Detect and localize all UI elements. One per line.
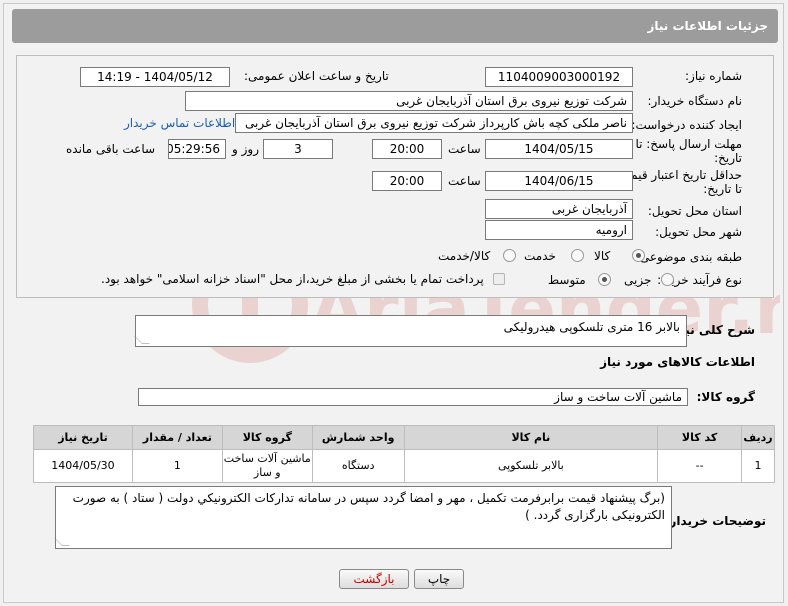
creator-field: ناصر ملکی کچه باش کارپرداز شرکت توزیع نی… — [235, 113, 633, 133]
cell-date: 1404/05/30 — [33, 449, 133, 483]
description-field: بالابر 16 متری تلسکوپی هیدرولیکی — [134, 315, 687, 347]
payment-note: پرداخت تمام یا بخشی از مبلغ خرید،از محل … — [101, 272, 484, 286]
goods-section-title: اطلاعات کالاهای مورد نیاز — [600, 355, 755, 369]
process-radio-medium[interactable] — [598, 273, 611, 286]
col-row: ردیف — [741, 425, 775, 450]
col-group: گروه کالا — [221, 425, 313, 450]
announce-label: تاریخ و ساعت اعلان عمومی: — [244, 69, 389, 83]
goods-group-field: ماشین آلات ساخت و ساز — [138, 388, 688, 406]
resize-grip-icon[interactable] — [54, 538, 70, 546]
resize-grip-icon[interactable] — [134, 336, 150, 344]
process-option-minor: جزیی — [624, 273, 652, 287]
process-radio-minor[interactable] — [661, 273, 674, 286]
city-label: شهر محل تحویل: — [655, 225, 742, 239]
price-time-field: 20:00 — [372, 171, 442, 191]
price-time-label: ساعت — [448, 174, 481, 188]
creator-label: ایجاد کننده درخواست: — [631, 118, 742, 132]
treasury-payment-checkbox[interactable] — [493, 273, 505, 285]
category-radio-goods[interactable] — [632, 249, 645, 262]
days-label: روز و — [232, 142, 259, 156]
table-row: 1 -- بالابر تلسکوپی دستگاه ماشین آلات سا… — [33, 449, 775, 483]
reply-time-field: 20:00 — [372, 139, 442, 159]
reply-date-field: 1404/05/15 — [485, 139, 633, 159]
print-button[interactable]: چاپ — [414, 569, 464, 589]
price-validity-label-2: تا تاریخ: — [703, 182, 742, 196]
buyer-org-field: شرکت توزیع نیروی برق استان آذربایجان غرب… — [185, 91, 633, 111]
need-number-field: 1104009003000192 — [485, 67, 633, 87]
category-option-service: خدمت — [524, 249, 556, 263]
price-date-field: 1404/06/15 — [485, 171, 633, 191]
category-radio-goods-service[interactable] — [503, 249, 516, 262]
cell-row: 1 — [741, 449, 775, 483]
category-radio-service[interactable] — [571, 249, 584, 262]
description-text: بالابر 16 متری تلسکوپی هیدرولیکی — [503, 320, 680, 334]
back-button[interactable]: بازگشت — [339, 569, 409, 589]
buyer-notes-text: (برگ پیشنهاد قیمت برابرفرمت تکمیل ، مهر … — [72, 491, 665, 522]
cell-code: -- — [657, 449, 743, 483]
col-date: تاریخ نیاز — [33, 425, 133, 450]
process-option-medium: متوسط — [548, 273, 586, 287]
reply-deadline-label-2: تاریخ: — [714, 151, 742, 165]
city-field: ارومیه — [485, 220, 633, 240]
buyer-notes-label: توضیحات خریدار: — [664, 514, 766, 528]
time-remaining-label: ساعت باقی مانده — [66, 142, 156, 156]
col-unit: واحد شمارش — [311, 425, 405, 450]
category-option-goods: کالا — [594, 249, 611, 263]
price-validity-label: حداقل تاریخ اعتبار قیمت: — [615, 168, 742, 182]
col-code: کد کالا — [657, 425, 743, 450]
col-qty: تعداد / مقدار — [131, 425, 223, 450]
cell-unit: دستگاه — [311, 449, 405, 483]
goods-table-header: ردیف کد کالا نام کالا واحد شمارش گروه کا… — [33, 425, 775, 450]
contact-info-link[interactable]: اطلاعات تماس خریدار — [124, 116, 235, 130]
province-field: آذربایجان غربی — [485, 199, 633, 219]
buyer-org-label: نام دستگاه خریدار: — [647, 94, 743, 108]
page-header: جزئیات اطلاعات نیاز — [12, 9, 778, 43]
reply-time-label: ساعت — [448, 142, 481, 156]
reply-deadline-label: مهلت ارسال پاسخ: تا — [635, 137, 742, 151]
province-label: استان محل تحویل: — [647, 204, 742, 218]
time-remaining-field: 05:29:56 — [168, 139, 226, 159]
goods-table: ردیف کد کالا نام کالا واحد شمارش گروه کا… — [33, 425, 775, 483]
buyer-notes-field: (برگ پیشنهاد قیمت برابرفرمت تکمیل ، مهر … — [54, 486, 672, 549]
page-title: جزئیات اطلاعات نیاز — [647, 19, 768, 33]
cell-name: بالابر تلسکوپی — [403, 449, 659, 483]
announce-field: 1404/05/12 - 14:19 — [80, 67, 230, 87]
goods-group-label: گروه کالا: — [696, 390, 755, 404]
days-remaining-field: 3 — [263, 139, 333, 159]
cell-qty: 1 — [131, 449, 223, 483]
col-name: نام کالا — [403, 425, 659, 450]
need-number-label: شماره نیاز: — [685, 69, 742, 83]
category-option-goods-service: کالا/خدمت — [438, 249, 491, 263]
cell-group: ماشین آلات ساخت و ساز — [221, 449, 313, 483]
category-label: طبقه بندی موضوعی: — [635, 250, 742, 264]
